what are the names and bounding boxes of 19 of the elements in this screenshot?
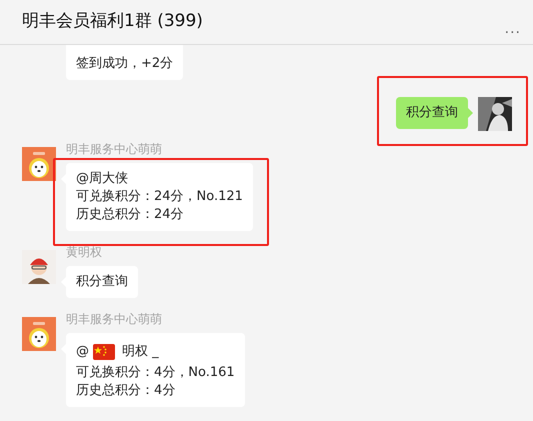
mention-name: 明权 _ xyxy=(122,343,159,361)
message-text: 历史总积分：4分 xyxy=(76,382,176,400)
sender-name: 黄明权 xyxy=(66,245,102,259)
message-text: 积分查询 xyxy=(406,104,458,122)
person-avatar-icon[interactable] xyxy=(22,250,56,284)
dog-avatar-icon[interactable] xyxy=(22,147,56,181)
message-text: 签到成功，+2分 xyxy=(76,55,174,73)
sender-name: 明丰服务中心萌萌 xyxy=(66,142,162,156)
message-text: 可兑换积分：24分，No.121 xyxy=(76,188,243,206)
more-menu-button[interactable]: ... xyxy=(504,21,521,37)
dog-avatar-icon[interactable] xyxy=(22,317,56,351)
mention-symbol: @ xyxy=(76,343,89,361)
sender-name: 明丰服务中心萌萌 xyxy=(66,312,162,326)
message-text: 积分查询 xyxy=(76,273,128,291)
flag-icon xyxy=(93,344,115,360)
message-text: @周大侠 xyxy=(76,170,128,188)
message-text: 历史总积分：24分 xyxy=(76,206,184,224)
message-text: 可兑换积分：4分，No.161 xyxy=(76,364,235,382)
chat-title: 明丰会员福利1群 (399) xyxy=(22,10,203,32)
